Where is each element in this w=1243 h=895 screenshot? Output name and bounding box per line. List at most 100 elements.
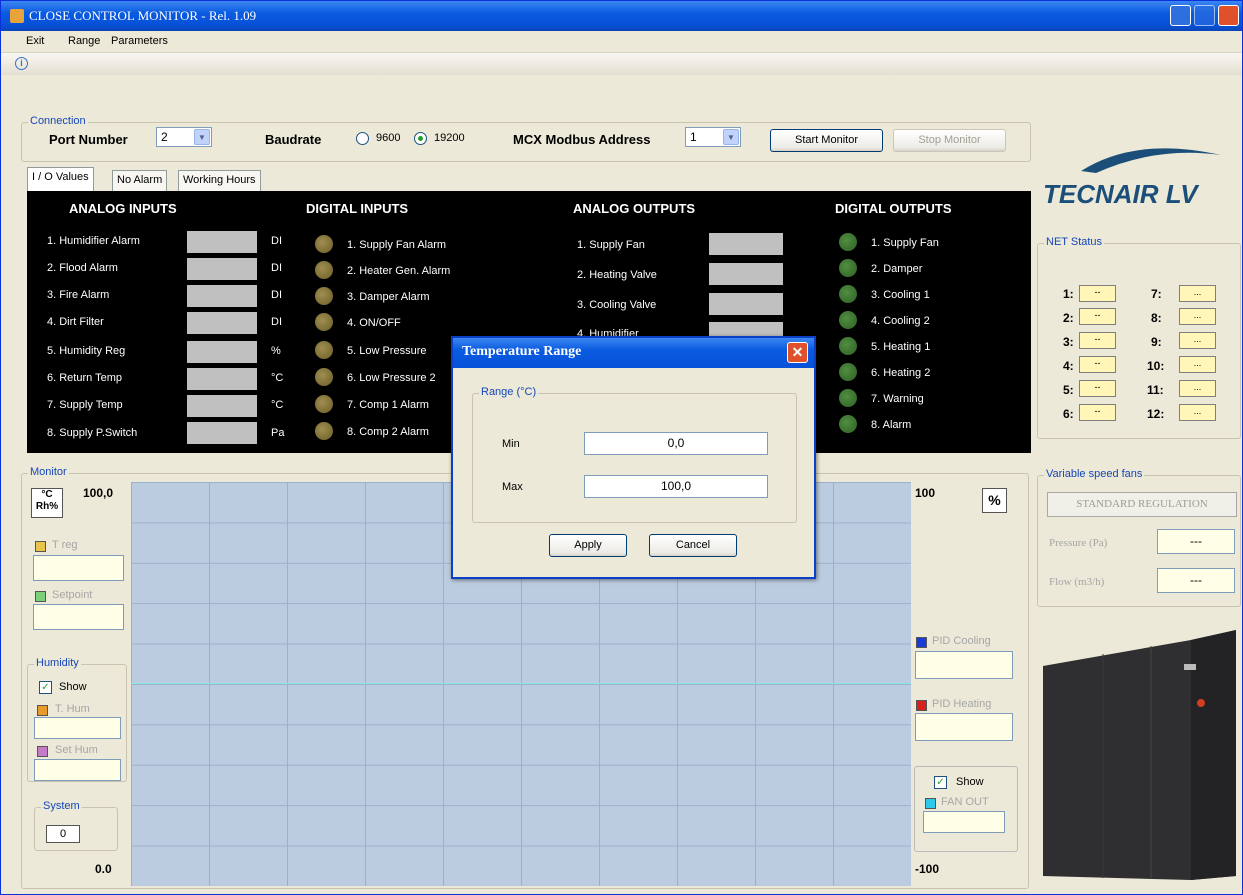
ai-unit: DI xyxy=(271,316,282,328)
ai-label: 3. Fire Alarm xyxy=(47,289,110,301)
net-node-label: 7: xyxy=(1151,287,1162,301)
ao-label: 2. Heating Valve xyxy=(577,269,657,281)
dialog-title: Temperature Range xyxy=(453,338,814,368)
temperature-range-dialog: Temperature Range ✕ Range (°C) Min 0,0 M… xyxy=(451,336,816,579)
net-status-label: NET Status xyxy=(1044,236,1105,248)
di-led xyxy=(315,313,333,331)
set-hum-value xyxy=(34,759,121,781)
range-group-label: Range (°C) xyxy=(479,386,539,398)
flow-value: --- xyxy=(1157,568,1235,593)
net-node-label: 12: xyxy=(1147,407,1165,421)
ai-unit: °C xyxy=(271,399,284,411)
di-led xyxy=(315,341,333,359)
ao-value-box xyxy=(709,263,783,285)
net-node-label: 11: xyxy=(1147,383,1164,397)
ai-value-box xyxy=(187,258,257,280)
mcx-address-select[interactable]: 1 ▼ xyxy=(685,127,741,147)
ai-value-box xyxy=(187,341,257,363)
net-node-indicator: -- xyxy=(1079,332,1116,349)
net-node-label: 10: xyxy=(1147,359,1165,373)
do-led xyxy=(839,285,857,303)
port-number-select[interactable]: 2 ▼ xyxy=(156,127,212,147)
di-label: 1. Supply Fan Alarm xyxy=(347,239,447,251)
maximize-button[interactable] xyxy=(1194,5,1215,26)
ai-unit: Pa xyxy=(271,427,285,439)
ai-unit: DI xyxy=(271,235,282,247)
baud-19200-label: 19200 xyxy=(434,132,465,144)
toolbar: i xyxy=(1,53,1242,75)
digital-inputs-title: DIGITAL INPUTS xyxy=(306,201,409,216)
menu-range[interactable]: Range xyxy=(68,35,100,47)
fan-out-show-label: Show xyxy=(956,776,984,788)
net-node-indicator: ... xyxy=(1179,308,1216,325)
pid-heating-value xyxy=(915,713,1013,741)
ai-unit: % xyxy=(271,345,281,357)
ao-label: 1. Supply Fan xyxy=(577,239,645,251)
do-led xyxy=(839,259,857,277)
di-led xyxy=(315,235,333,253)
do-label: 8. Alarm xyxy=(871,419,912,431)
ai-label: 1. Humidifier Alarm xyxy=(47,235,140,247)
baud-9600-radio[interactable] xyxy=(356,132,369,145)
tab-working-hours[interactable]: Working Hours xyxy=(178,170,261,191)
net-node-label: 6: xyxy=(1063,407,1074,421)
stop-monitor-button[interactable]: Stop Monitor xyxy=(893,129,1006,152)
setpoint-color-swatch xyxy=(35,591,46,602)
do-led xyxy=(839,363,857,381)
minimize-button[interactable] xyxy=(1170,5,1191,26)
ai-value-box xyxy=(187,312,257,334)
apply-button[interactable]: Apply xyxy=(549,534,627,557)
standard-regulation-button[interactable]: STANDARD REGULATION xyxy=(1047,492,1237,517)
brand-name: TECNAIR LV xyxy=(1043,179,1198,209)
pid-heating-label: PID Heating xyxy=(932,698,992,710)
system-value: 0 xyxy=(46,825,80,843)
air-conditioning-cabinet-image xyxy=(1043,630,1236,880)
app-icon xyxy=(10,9,24,23)
net-node-label: 1: xyxy=(1063,287,1074,301)
ai-value-box xyxy=(187,422,257,444)
y-axis-bottom: 0.0 xyxy=(95,862,112,876)
percent-toggle-button[interactable]: % xyxy=(982,488,1007,513)
tab-io-values[interactable]: I / O Values xyxy=(27,167,94,191)
di-led xyxy=(315,368,333,386)
trend-line xyxy=(131,683,911,684)
humidity-label: Humidity xyxy=(34,657,81,669)
tab-no-alarm[interactable]: No Alarm xyxy=(112,170,168,191)
set-hum-color-swatch xyxy=(37,746,48,757)
di-led xyxy=(315,287,333,305)
fan-out-show-checkbox[interactable]: ✓ xyxy=(934,776,947,789)
net-node-label: 9: xyxy=(1151,335,1162,349)
menu-parameters[interactable]: Parameters xyxy=(111,35,168,47)
max-input[interactable]: 100,0 xyxy=(584,475,768,498)
humidity-show-checkbox[interactable]: ✓ xyxy=(39,681,52,694)
chevron-down-icon: ▼ xyxy=(723,129,739,145)
do-label: 3. Cooling 1 xyxy=(871,289,930,301)
unit-toggle-button[interactable]: °C Rh% xyxy=(31,488,63,518)
cancel-button[interactable]: Cancel xyxy=(649,534,737,557)
dialog-close-button[interactable]: ✕ xyxy=(787,342,808,363)
do-label: 1. Supply Fan xyxy=(871,237,939,249)
y-axis-top: 100,0 xyxy=(83,486,114,500)
setpoint-label: Setpoint xyxy=(52,589,93,601)
do-label: 6. Heating 2 xyxy=(871,367,931,379)
app-window: CLOSE CONTROL MONITOR - Rel. 1.09 Exit R… xyxy=(0,0,1243,895)
do-led xyxy=(839,311,857,329)
menu-exit[interactable]: Exit xyxy=(26,35,44,47)
min-label: Min xyxy=(502,438,520,450)
ai-label: 5. Humidity Reg xyxy=(47,345,126,357)
net-node-indicator: ... xyxy=(1179,285,1216,302)
fan-out-color-swatch xyxy=(925,798,936,809)
close-button[interactable] xyxy=(1218,5,1239,26)
ao-value-box xyxy=(709,233,783,255)
net-node-indicator: -- xyxy=(1079,356,1116,373)
info-icon[interactable]: i xyxy=(15,57,28,70)
baud-19200-radio[interactable] xyxy=(414,132,427,145)
start-monitor-button[interactable]: Start Monitor xyxy=(770,129,883,152)
tecnair-swoosh-logo xyxy=(1081,148,1221,173)
min-input[interactable]: 0,0 xyxy=(584,432,768,455)
do-label: 4. Cooling 2 xyxy=(871,315,930,327)
net-node-indicator: ... xyxy=(1179,380,1216,397)
fan-out-label: FAN OUT xyxy=(941,796,989,808)
di-led xyxy=(315,395,333,413)
monitor-label: Monitor xyxy=(28,466,69,478)
